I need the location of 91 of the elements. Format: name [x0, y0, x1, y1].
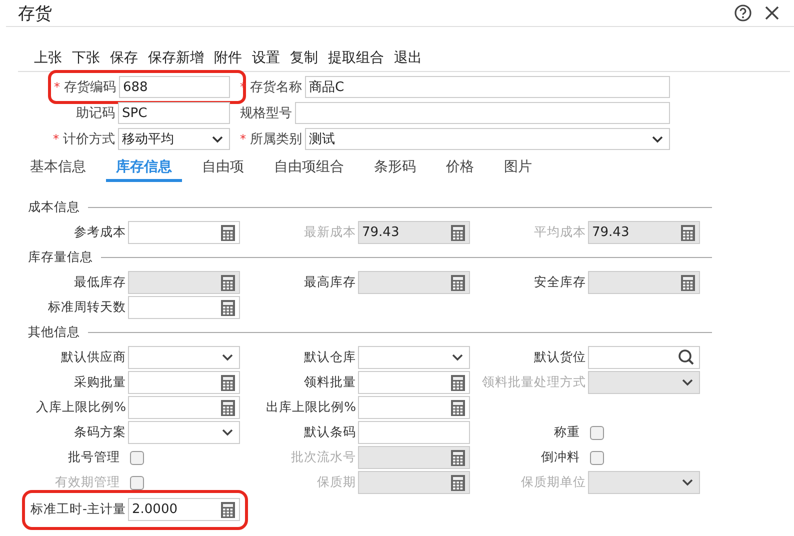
- field-label: 入库上限比例%: [36, 399, 126, 416]
- toolbar-button[interactable]: 保存: [105, 47, 143, 69]
- required-mark: *: [54, 80, 60, 94]
- search-field[interactable]: [588, 346, 700, 369]
- checkbox[interactable]: [130, 450, 144, 464]
- number-field[interactable]: [128, 371, 240, 394]
- chevron-icon: [452, 354, 463, 361]
- field-label: 最高库存: [304, 274, 356, 291]
- toolbar-button[interactable]: 设置: [247, 47, 285, 69]
- chevron-icon: [222, 429, 233, 436]
- toolbar-button[interactable]: 复制: [285, 47, 323, 69]
- field-label: 助记码: [76, 105, 115, 122]
- field-label: 计价方式: [63, 131, 115, 148]
- chevron-icon: [682, 379, 693, 386]
- checkbox[interactable]: [590, 426, 604, 440]
- field-label: 标准周转天数: [48, 299, 126, 316]
- required-mark: *: [240, 132, 246, 146]
- section-title: 库存量信息: [28, 249, 93, 266]
- calculator-icon[interactable]: [221, 400, 235, 416]
- text-field[interactable]: 商品C: [305, 76, 670, 98]
- text-field[interactable]: 688: [119, 76, 230, 98]
- field-label: 存货编码: [64, 79, 116, 96]
- field-label: 所属类别: [250, 131, 302, 148]
- calculator-icon[interactable]: [221, 224, 235, 240]
- field-label: 存货名称: [250, 79, 302, 96]
- field-label: 领料批量处理方式: [482, 374, 586, 391]
- tab[interactable]: 自由项组合: [264, 154, 354, 182]
- field-label: 倒冲料: [541, 449, 580, 466]
- number-field[interactable]: [358, 371, 470, 394]
- toolbar-button[interactable]: 上张: [18, 47, 67, 69]
- calculator-icon[interactable]: [451, 374, 465, 390]
- checkbox[interactable]: [590, 450, 604, 464]
- tab[interactable]: 库存信息: [106, 154, 182, 182]
- field-label: 保质期: [317, 474, 356, 491]
- toolbar-button[interactable]: 提取组合: [323, 47, 389, 69]
- field-label: 默认供应商: [61, 349, 126, 366]
- toolbar-button[interactable]: 保存新增: [143, 47, 209, 69]
- field-label: 安全库存: [534, 274, 586, 291]
- field-label: 领料批量: [304, 374, 356, 391]
- calculator-icon[interactable]: [221, 502, 235, 518]
- checkbox[interactable]: [130, 476, 144, 490]
- section-title: 成本信息: [28, 199, 80, 216]
- number-field[interactable]: 2.0000: [128, 498, 240, 521]
- field-label: 批号管理: [68, 449, 120, 466]
- field-label: 规格型号: [240, 105, 292, 122]
- dropdown[interactable]: 测试: [305, 128, 670, 150]
- window-title: 存货: [18, 2, 52, 24]
- dropdown[interactable]: 移动平均: [118, 128, 230, 150]
- number-field[interactable]: [128, 296, 240, 319]
- required-mark: *: [53, 132, 59, 146]
- field-label: 最新成本: [304, 224, 356, 241]
- field-label: 称重: [554, 424, 580, 441]
- number-field[interactable]: [128, 221, 240, 244]
- close-icon[interactable]: [764, 5, 780, 21]
- required-mark: *: [240, 80, 246, 94]
- toolbar-button[interactable]: 退出: [389, 47, 427, 69]
- number-field[interactable]: [358, 396, 470, 419]
- field-label: 参考成本: [74, 224, 126, 241]
- toolbar-button[interactable]: 附件: [209, 47, 247, 69]
- number-field[interactable]: [128, 396, 240, 419]
- calculator-icon[interactable]: [221, 374, 235, 390]
- field-label: 有效期管理: [55, 474, 120, 491]
- tab[interactable]: 自由项: [192, 154, 254, 182]
- field-label: 批次流水号: [291, 449, 356, 466]
- field-label: 默认条码: [304, 424, 356, 441]
- search-icon[interactable]: [678, 349, 695, 366]
- section-title: 其他信息: [28, 324, 80, 341]
- text-field[interactable]: [295, 102, 670, 124]
- field-label: 平均成本: [534, 224, 586, 241]
- help-icon[interactable]: [734, 4, 752, 22]
- chevron-icon: [212, 136, 223, 142]
- tab[interactable]: 条形码: [364, 154, 426, 182]
- chevron-icon: [682, 479, 693, 486]
- field-label: 保质期单位: [521, 474, 586, 491]
- calculator-icon[interactable]: [451, 400, 465, 416]
- text-field[interactable]: [358, 421, 470, 444]
- tab[interactable]: 图片: [494, 154, 542, 182]
- field-label: 默认仓库: [304, 349, 356, 366]
- chevron-icon: [652, 136, 663, 142]
- field-label: 出库上限比例%: [266, 399, 356, 416]
- field-label: 标准工时-主计量: [30, 501, 126, 518]
- calculator-icon[interactable]: [221, 300, 235, 316]
- toolbar-button[interactable]: 下张: [67, 47, 105, 69]
- field-label: 采购批量: [74, 374, 126, 391]
- text-field[interactable]: SPC: [118, 102, 230, 124]
- field-label: 默认货位: [534, 349, 586, 366]
- field-label: 条码方案: [74, 424, 126, 441]
- chevron-icon: [222, 354, 233, 361]
- field-label: 最低库存: [74, 274, 126, 291]
- tab[interactable]: 基本信息: [20, 154, 96, 182]
- tab[interactable]: 价格: [436, 154, 484, 182]
